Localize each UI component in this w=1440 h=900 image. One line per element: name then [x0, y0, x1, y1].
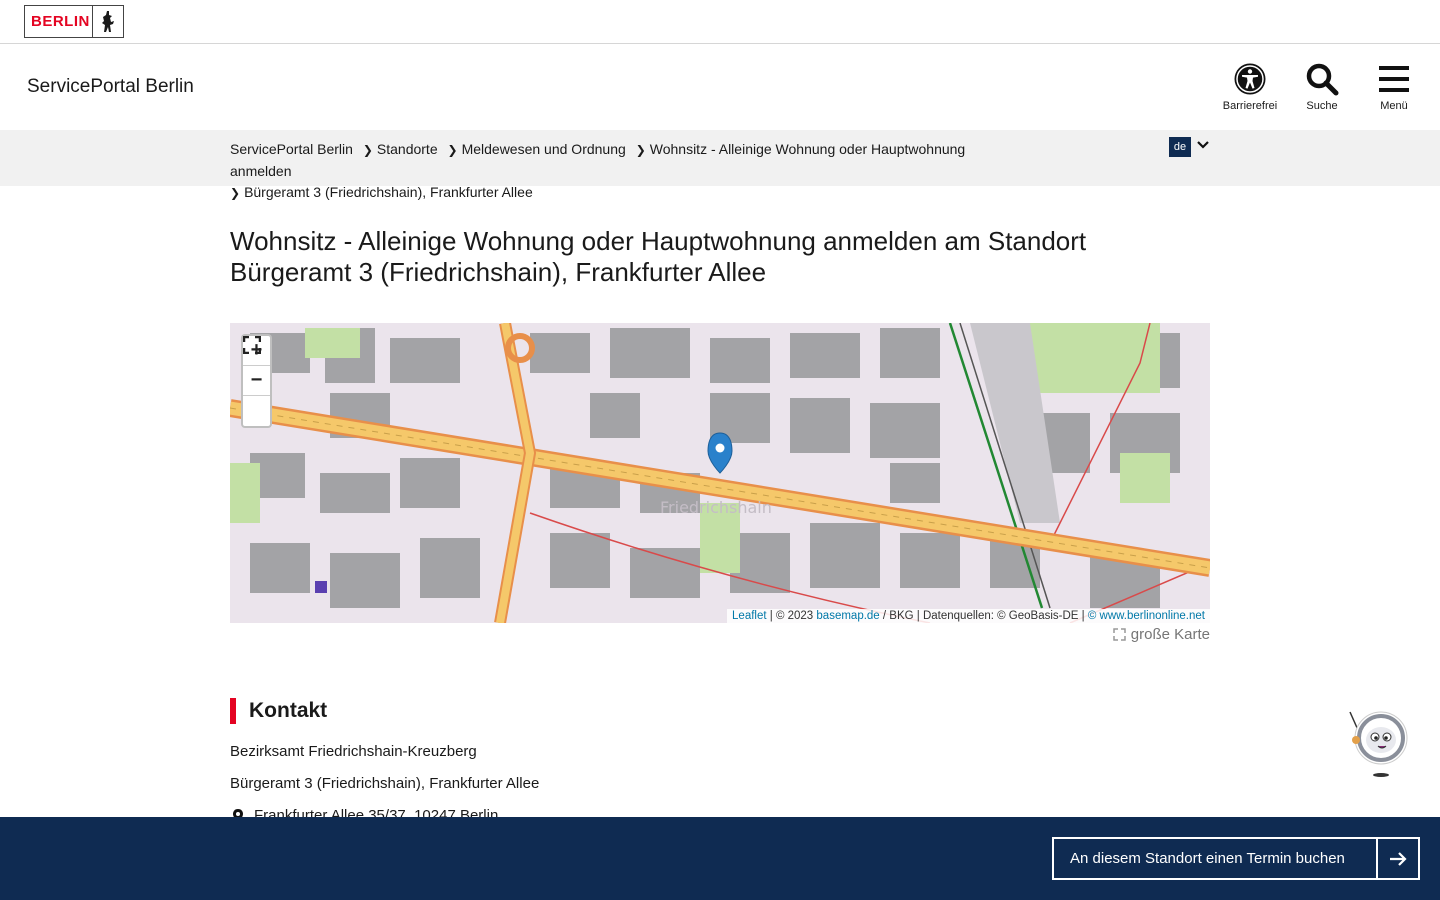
berlin-logo[interactable]: BERLIN [24, 5, 124, 38]
language-selector[interactable]: de [1169, 137, 1191, 157]
header-tools: Barrierefrei Suche Menü [1222, 62, 1422, 112]
map-tiles[interactable]: Friedrichshain [230, 323, 1210, 623]
zoom-out-button[interactable]: − [243, 366, 270, 396]
breadcrumb-bar: ServicePortal Berlin ❯ Standorte ❯ Meldewe… [0, 130, 1440, 200]
fullscreen-icon [243, 336, 261, 354]
basemap-link[interactable]: basemap.de [816, 610, 879, 622]
expand-icon [1113, 628, 1126, 641]
big-map-label: große Karte [1130, 626, 1210, 643]
breadcrumb-item-meldewesen[interactable]: Meldewesen und Ordnung [462, 141, 626, 157]
leaflet-link[interactable]: Leaflet [732, 610, 767, 622]
accessibility-label: Barrierefrei [1222, 100, 1278, 112]
breadcrumb-item-current: Bürgeramt 3 (Friedrichshain), Frankfurte… [244, 184, 533, 200]
big-map-link[interactable]: große Karte [1113, 626, 1210, 643]
location-map[interactable]: Friedrichshain + − Leaflet | © 2023 base… [230, 323, 1210, 623]
menu-button[interactable]: Menü [1366, 62, 1422, 112]
book-appointment-label: An diesem Standort einen Termin buchen [1070, 850, 1345, 867]
svg-text:Friedrichshain: Friedrichshain [660, 498, 772, 517]
site-header: ServicePortal Berlin Barrierefrei Suche [0, 44, 1440, 130]
breadcrumb-item-standorte[interactable]: Standorte [377, 141, 438, 157]
logo-text: BERLIN [31, 13, 90, 30]
chevron-right-icon: ❯ [362, 143, 373, 157]
search-button[interactable]: Suche [1294, 62, 1350, 112]
chevron-right-icon: ❯ [635, 143, 646, 157]
logo-bar: BERLIN [0, 0, 1440, 44]
accessibility-button[interactable]: Barrierefrei [1222, 62, 1278, 112]
page-title: Wohnsitz - Alleinige Wohnung oder Hauptw… [230, 226, 1087, 287]
chevron-right-icon: ❯ [447, 143, 458, 157]
attribution-copyright: | © 2023 [769, 610, 814, 622]
contact-authority: Bezirksamt Friedrichshain-Kreuzberg [230, 743, 477, 760]
attribution-sources: / BKG | Datenquellen: © GeoBasis-DE | [882, 610, 1085, 622]
arrow-right-icon [1376, 839, 1418, 878]
booking-bar: An diesem Standort einen Termin buchen [0, 817, 1440, 900]
site-title[interactable]: ServicePortal Berlin [27, 76, 194, 98]
map-attribution: Leaflet | © 2023 basemap.de / BKG | Date… [727, 609, 1210, 623]
map-zoom-controls: + − [241, 334, 272, 428]
fullscreen-button[interactable] [243, 336, 270, 426]
chatbot-icon [1349, 711, 1408, 777]
menu-icon [1379, 66, 1409, 92]
breadcrumb-item-home[interactable]: ServicePortal Berlin [230, 141, 353, 157]
chevron-right-icon: ❯ [230, 186, 241, 200]
menu-label: Menü [1380, 100, 1408, 112]
contact-heading: Kontakt [230, 698, 327, 724]
search-label: Suche [1306, 100, 1338, 112]
berlinonline-link[interactable]: © www.berlinonline.net [1088, 610, 1205, 622]
book-appointment-button[interactable]: An diesem Standort einen Termin buchen [1052, 837, 1420, 880]
search-icon [1306, 63, 1339, 96]
chevron-down-icon[interactable] [1196, 138, 1210, 155]
accessibility-icon [1234, 63, 1266, 95]
contact-office: Bürgeramt 3 (Friedrichshain), Frankfurte… [230, 775, 540, 792]
bear-icon [93, 10, 123, 34]
chatbot-button[interactable] [1348, 710, 1410, 780]
breadcrumb: ServicePortal Berlin ❯ Standorte ❯ Meldewe… [230, 139, 1030, 204]
